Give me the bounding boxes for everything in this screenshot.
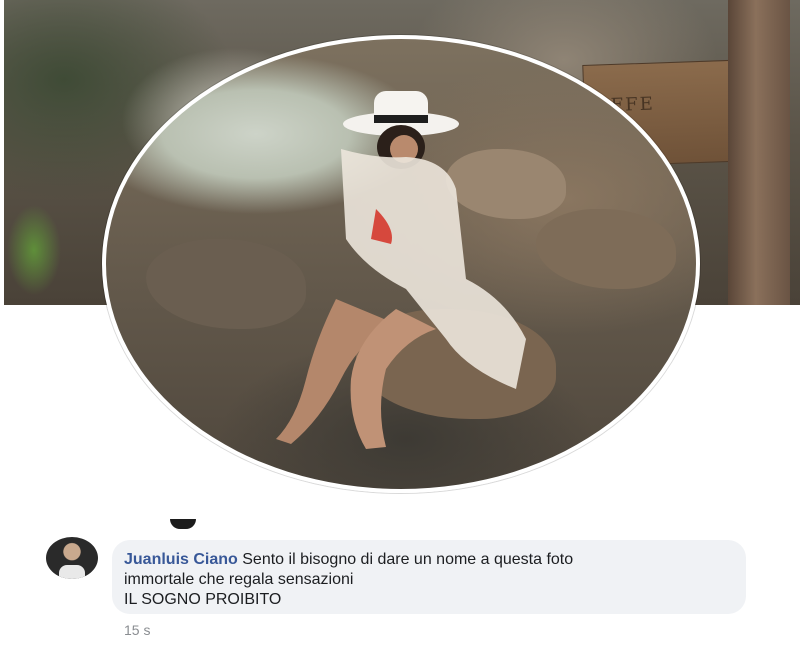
woman-figure (276, 91, 526, 449)
profile-photo[interactable] (102, 35, 700, 493)
comment-text-1: Sento il bisogno di dare un nome a quest… (242, 551, 574, 568)
comment-text-3: IL SOGNO PROIBITO (124, 591, 282, 608)
comment-author[interactable]: Juanluis Ciano (124, 551, 238, 568)
avatar[interactable] (46, 537, 98, 579)
comment-bubble: Juanluis Ciano Sento il bisogno di dare … (112, 540, 746, 614)
foliage (4, 190, 64, 305)
avatar-shirt (59, 565, 85, 579)
tree-trunk (728, 0, 790, 305)
comment-timestamp[interactable]: 15 s (124, 622, 150, 638)
previous-avatar (170, 519, 196, 529)
comment-line-1: Juanluis Ciano Sento il bisogno di dare … (124, 550, 734, 570)
comment-text-2: immortale che regala sensazioni (124, 571, 354, 588)
